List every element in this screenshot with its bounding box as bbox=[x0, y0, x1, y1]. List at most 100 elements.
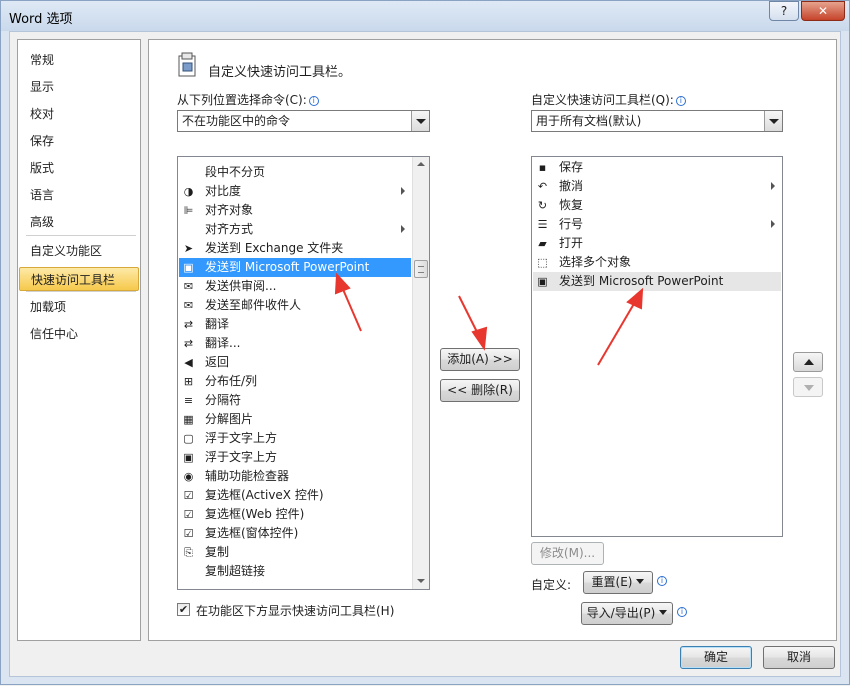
word-options-dialog: Word 选项 ? ✕ 常规 显示 校对 保存 版式 语言 高级 自定义功能区 快速访问工具栏加… bbox=[0, 0, 850, 685]
list-item[interactable]: 对齐方式 bbox=[179, 220, 411, 239]
nav-item-4[interactable]: 版式 bbox=[19, 156, 139, 180]
nav-item-3[interactable]: 保存 bbox=[19, 129, 139, 153]
list-item-label: 复制 bbox=[205, 545, 230, 559]
list-item[interactable]: ☑ 复选框(窗体控件) bbox=[179, 524, 411, 543]
list-item-label: 打开 bbox=[559, 236, 584, 250]
remove-button[interactable]: << 删除(R) bbox=[440, 379, 520, 402]
list-item[interactable]: ▣ 浮于文字上方 bbox=[179, 448, 411, 467]
list-item[interactable]: ⇄ 翻译 bbox=[179, 315, 411, 334]
list-item[interactable]: ▦ 分解图片 bbox=[179, 410, 411, 429]
choose-commands-combo[interactable]: 不在功能区中的命令 bbox=[177, 110, 430, 132]
list-item-label: 发送至邮件收件人 bbox=[205, 298, 302, 312]
list-item[interactable]: ➤ 发送到 Exchange 文件夹 bbox=[179, 239, 411, 258]
list-item[interactable]: ≡ 分隔符 bbox=[179, 391, 411, 410]
scroll-thumb[interactable] bbox=[414, 260, 428, 278]
list-item[interactable]: ✉ 发送至邮件收件人 bbox=[179, 296, 411, 315]
nav-item-7[interactable]: 自定义功能区 bbox=[19, 239, 139, 263]
triangle-up-icon bbox=[804, 359, 814, 365]
list-item[interactable]: ◑ 对比度 bbox=[179, 182, 411, 201]
help-button[interactable]: ? bbox=[769, 1, 799, 21]
dialog-client: 常规 显示 校对 保存 版式 语言 高级 自定义功能区 快速访问工具栏 加载项 信任中心 自定义快速… bbox=[9, 31, 841, 677]
list-item[interactable]: ▣ 发送到 Microsoft PowerPoint bbox=[533, 272, 781, 291]
nav-item-0[interactable]: 常规 bbox=[19, 48, 139, 72]
list-item[interactable]: 段中不分页 bbox=[179, 163, 411, 182]
list-item-label: 分解图片 bbox=[205, 412, 254, 426]
ok-button[interactable]: 确定 bbox=[680, 646, 752, 669]
submenu-arrow-icon bbox=[401, 225, 405, 233]
chevron-down-icon[interactable] bbox=[411, 111, 429, 131]
toolbar-commands-list[interactable]: ▪ 保存 ↶ 撤消 ↻ 恢复 ☰ 行号 ▰ 打开 ⬚ 选择多个对象 ▣ 发送到 Microsoft Pow… bbox=[531, 156, 783, 537]
command-icon: ✉ bbox=[183, 280, 194, 293]
quick-access-toolbar-icon bbox=[177, 52, 199, 78]
list-item[interactable]: ⎘ 复制 bbox=[179, 543, 411, 562]
choose-commands-label: 从下列位置选择命令(C): i bbox=[177, 91, 319, 108]
list-item[interactable]: ↶ 撤消 bbox=[533, 177, 781, 196]
customize-toolbar-value: 用于所有文档(默认) bbox=[536, 114, 642, 128]
command-icon: ▪ bbox=[538, 161, 547, 174]
list-item[interactable]: ☑ 复选框(ActiveX 控件) bbox=[179, 486, 411, 505]
cancel-button[interactable]: 取消 bbox=[763, 646, 835, 669]
move-up-button[interactable] bbox=[793, 352, 823, 372]
list-item-label: 对比度 bbox=[205, 184, 242, 198]
list-item[interactable]: ⊞ 分布任/列 bbox=[179, 372, 411, 391]
nav-item-5[interactable]: 语言 bbox=[19, 183, 139, 207]
list-item-label: 复选框(Web 控件) bbox=[205, 507, 305, 521]
command-icon: ◑ bbox=[183, 185, 194, 198]
options-nav: 常规显示校对保存版式语言高级自定义功能区 快速访问工具栏 加载项信任中心 bbox=[17, 39, 141, 641]
modify-button[interactable]: 修改(M)... bbox=[531, 542, 604, 565]
nav-item-9[interactable]: 加载项 bbox=[19, 295, 139, 319]
list-item[interactable]: ✉ 发送供审阅... bbox=[179, 277, 411, 296]
list-item[interactable]: ⬚ 选择多个对象 bbox=[533, 253, 781, 272]
move-down-button[interactable] bbox=[793, 377, 823, 397]
command-icon: ➤ bbox=[183, 242, 194, 255]
title-bar[interactable]: Word 选项 ? ✕ bbox=[1, 1, 849, 31]
window-title: Word 选项 bbox=[9, 12, 73, 27]
list-item[interactable]: ◀ 返回 bbox=[179, 353, 411, 372]
list-item[interactable]: ☰ 行号 bbox=[533, 215, 781, 234]
close-button[interactable]: ✕ bbox=[801, 1, 845, 21]
list-item[interactable]: ▢ 浮于文字上方 bbox=[179, 429, 411, 448]
list-item[interactable]: ▪ 保存 bbox=[533, 158, 781, 177]
customize-toolbar-combo[interactable]: 用于所有文档(默认) bbox=[531, 110, 783, 132]
add-button[interactable]: 添加(A) >> bbox=[440, 348, 520, 371]
list-item-label: 复选框(ActiveX 控件) bbox=[205, 488, 324, 502]
nav-item-2[interactable]: 校对 bbox=[19, 102, 139, 126]
list-item-label: 保存 bbox=[559, 160, 584, 174]
dropdown-arrow-icon bbox=[659, 610, 668, 615]
list-item[interactable]: ⊫ 对齐对象 bbox=[179, 201, 411, 220]
show-below-ribbon-checkbox[interactable]: ✔ bbox=[177, 603, 190, 616]
vertical-scrollbar[interactable] bbox=[412, 157, 429, 589]
command-icon: ✉ bbox=[183, 299, 194, 312]
import-export-button[interactable]: 导入/导出(P) bbox=[581, 602, 673, 625]
list-item-label: 复制超链接 bbox=[205, 564, 266, 578]
list-item[interactable]: ▰ 打开 bbox=[533, 234, 781, 253]
list-item[interactable]: ☑ 复选框(Web 控件) bbox=[179, 505, 411, 524]
list-item[interactable]: ↻ 恢复 bbox=[533, 196, 781, 215]
list-item[interactable]: ⇄ 翻译... bbox=[179, 334, 411, 353]
list-item[interactable]: ◉ 辅助功能检查器 bbox=[179, 467, 411, 486]
nav-item-10[interactable]: 信任中心 bbox=[19, 322, 139, 346]
command-icon: ◉ bbox=[183, 470, 194, 483]
command-icon: ☑ bbox=[183, 527, 194, 540]
info-icon: i bbox=[308, 96, 319, 106]
command-icon: ☰ bbox=[537, 218, 548, 231]
triangle-down-icon bbox=[804, 385, 814, 391]
nav-item-1[interactable]: 显示 bbox=[19, 75, 139, 99]
list-item-label: 复选框(窗体控件) bbox=[205, 526, 299, 540]
nav-item-6[interactable]: 高级 bbox=[19, 210, 139, 234]
nav-separator bbox=[26, 235, 136, 236]
command-icon: ▰ bbox=[538, 237, 547, 250]
reset-button[interactable]: 重置(E) bbox=[583, 571, 653, 594]
list-item-label: 行号 bbox=[559, 217, 584, 231]
command-icon: ↶ bbox=[537, 180, 548, 193]
chevron-down-icon[interactable] bbox=[764, 111, 782, 131]
list-item[interactable]: 复制超链接 bbox=[179, 562, 411, 581]
scroll-down-icon[interactable] bbox=[413, 573, 429, 589]
command-icon: ☑ bbox=[183, 508, 194, 521]
available-commands-list[interactable]: 段中不分页 ◑ 对比度 ⊫ 对齐对象 对齐方式 ➤ 发送到 Exchange 文件夹 ▣ 发送到 … bbox=[177, 156, 430, 590]
nav-item-8[interactable]: 快速访问工具栏 bbox=[19, 267, 139, 291]
scroll-up-icon[interactable] bbox=[413, 157, 429, 173]
list-item[interactable]: ▣ 发送到 Microsoft PowerPoint bbox=[179, 258, 411, 277]
command-icon: ⇄ bbox=[183, 337, 194, 350]
command-icon: ▣ bbox=[183, 451, 194, 464]
